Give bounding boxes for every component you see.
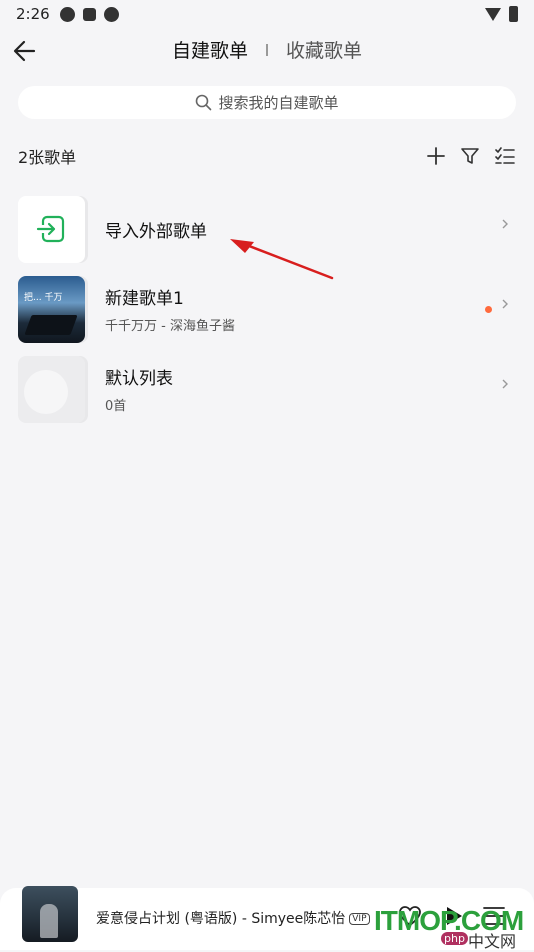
sync-icon (59, 6, 75, 22)
app-notification-icon (82, 7, 96, 21)
player-song-title: 爱意侵占计划 (粤语版) - Simyee陈芯怡 VIP (96, 908, 370, 928)
chevron-right-icon (502, 219, 508, 229)
playlist-cover: 把... 千万 (18, 275, 85, 343)
top-header: 自建歌单 收藏歌单 (0, 36, 534, 70)
annotation-arrow-icon (230, 239, 334, 280)
playlist-cover (18, 355, 85, 423)
player-song-text: 爱意侵占计划 (粤语版) - Simyee陈芯怡 (96, 911, 346, 927)
status-system-icons (485, 6, 518, 22)
status-bar: 2:26 (0, 0, 534, 28)
playlist-subtitle: 0首 (105, 399, 127, 414)
battery-icon (509, 6, 518, 22)
disc-placeholder (24, 369, 68, 414)
chevron-right-icon (502, 379, 508, 389)
status-notification-icons (59, 6, 119, 22)
playlist-actions (426, 146, 516, 166)
chevron-right-icon (502, 299, 508, 309)
playlist-subtitle: 千千万万 - 深海鱼子酱 (105, 319, 235, 334)
add-icon[interactable] (426, 146, 446, 166)
playlist-count-bar: 2张歌单 (18, 144, 516, 168)
update-dot (485, 306, 492, 313)
playlist-title: 新建歌单1 (105, 289, 184, 309)
search-placeholder: 搜索我的自建歌单 (218, 94, 339, 112)
import-icon (36, 215, 65, 242)
wifi-icon (485, 7, 501, 21)
playlist-title: 默认列表 (105, 369, 173, 389)
search-bar[interactable]: 搜索我的自建歌单 (18, 86, 516, 119)
playlist-count: 2张歌单 (18, 148, 77, 167)
player-cover[interactable] (22, 886, 78, 942)
tab-divider (266, 43, 268, 56)
vip-badge: VIP (349, 913, 370, 925)
tab-my-playlists[interactable]: 自建歌单 (172, 36, 248, 63)
cover-road (24, 314, 78, 335)
playlist-row[interactable]: 默认列表 0首 (18, 349, 516, 429)
import-playlist-label: 导入外部歌单 (105, 221, 207, 242)
cover-figure (40, 904, 58, 938)
status-time: 2:26 (16, 5, 50, 23)
search-icon (196, 94, 212, 111)
playlist-list: 导入外部歌单 把... 千万 新建歌单1 千千万万 - 深海鱼子酱 默认列表 0… (18, 189, 516, 429)
cover-art-text: 把... 千万 (24, 292, 63, 303)
tab-bar: 自建歌单 收藏歌单 (0, 36, 534, 63)
import-thumb (18, 195, 85, 263)
watermark-php-badge: php (441, 932, 468, 945)
filter-icon[interactable] (460, 146, 480, 166)
multi-select-icon[interactable] (494, 146, 516, 166)
tab-favorite-playlists[interactable]: 收藏歌单 (286, 36, 362, 63)
playlist-row[interactable]: 把... 千万 新建歌单1 千千万万 - 深海鱼子酱 (18, 269, 516, 349)
watermark-cn-text: 中文网 (468, 932, 517, 951)
globe-icon (103, 6, 119, 22)
